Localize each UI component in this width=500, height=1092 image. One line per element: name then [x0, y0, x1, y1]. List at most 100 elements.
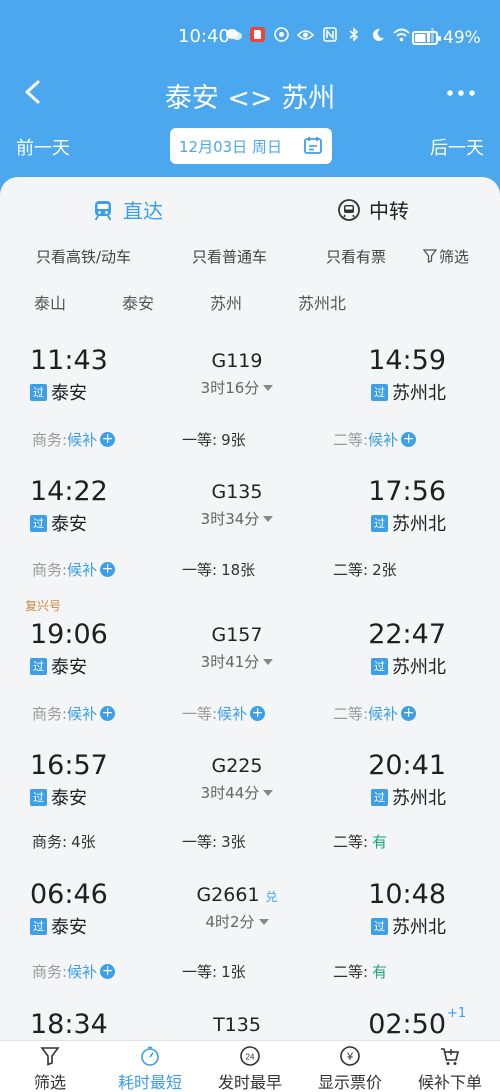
seat-business[interactable]: 商务: 候补 +: [32, 429, 116, 450]
pass-through-badge: 过: [371, 788, 388, 806]
tab-direct[interactable]: 直达: [92, 195, 163, 224]
seat-business[interactable]: 商务: 候补 +: [32, 961, 116, 982]
seat-label: 二等:: [333, 561, 369, 579]
train-icon: [94, 200, 112, 220]
sort-shortest-label: 耗时最短: [117, 1073, 182, 1092]
train-row[interactable]: 16:57 G225 20:41 过泰安 3时44分 过苏州北 商务: 4张 一等…: [0, 745, 500, 875]
arrival-station: 过苏州北: [371, 379, 446, 405]
prev-day-button[interactable]: 前一天: [16, 134, 70, 160]
timer-icon: [141, 1046, 159, 1066]
exchange-badge: 兑: [265, 890, 278, 904]
waitlist-order-label: 候补下单: [417, 1073, 482, 1092]
more-dots-icon: [447, 90, 475, 96]
seat-second-class[interactable]: 二等: 有: [333, 831, 387, 852]
arrival-station-name: 苏州北: [392, 788, 446, 809]
seat-business[interactable]: 商务: 候补 +: [32, 703, 116, 724]
sort-earliest-label: 发时最早: [217, 1073, 282, 1092]
station-chip[interactable]: 泰山: [34, 290, 66, 314]
status-bar: 10:40 49%: [0, 0, 500, 74]
arrival-time: 10:48: [368, 879, 446, 910]
sort-earliest-button[interactable]: 24 发时最早: [200, 1045, 300, 1092]
clock-24-icon: 24: [240, 1046, 260, 1066]
calendar-icon: [304, 137, 322, 154]
seat-first-class[interactable]: 一等: 3张: [182, 831, 246, 852]
seat-first-class[interactable]: 一等: 18张: [182, 559, 255, 580]
seat-value: 9张: [221, 431, 246, 449]
arrival-station-name: 苏州北: [392, 917, 446, 938]
next-day-button[interactable]: 后一天: [430, 134, 484, 160]
filter-high-speed[interactable]: 只看高铁/动车: [36, 246, 131, 267]
status-time: 10:40: [178, 26, 230, 47]
seat-value: 18张: [221, 561, 256, 579]
arrival-time: 02:50: [368, 1009, 446, 1040]
seat-first-class[interactable]: 一等: 1张: [182, 961, 246, 982]
seat-business[interactable]: 商务: 4张: [32, 831, 96, 852]
arrival-station-name: 苏州北: [392, 383, 446, 404]
arrival-time: 22:47: [368, 619, 446, 650]
seat-first-class[interactable]: 一等: 候补 +: [182, 703, 266, 724]
caret-down-icon: [263, 790, 274, 796]
svg-text:¥: ¥: [346, 1051, 354, 1063]
plus-icon: +: [100, 431, 116, 447]
train-row[interactable]: 14:22 G135 17:56 过泰安 3时34分 过苏州北 商务: 候补 + 一…: [0, 471, 500, 601]
sort-shortest-button[interactable]: 耗时最短: [100, 1045, 200, 1092]
caret-down-icon: [263, 659, 274, 665]
train-row[interactable]: 复兴号 19:06 G157 22:47 过泰安 3时41分 过苏州北 商务: 候…: [0, 597, 500, 727]
seat-value: 1张: [221, 963, 246, 981]
seat-value: 候补: [67, 963, 98, 981]
seat-value: 候补: [368, 431, 399, 449]
pass-through-badge: 过: [371, 657, 388, 675]
seat-label: 二等:: [333, 833, 369, 851]
pass-through-badge: 过: [371, 514, 388, 532]
fuxing-tag: 复兴号: [25, 599, 62, 613]
nfc-icon: [321, 26, 338, 43]
train-row[interactable]: 06:46 G2661 兑 10:48 过泰安 4时2分 过苏州北 商务: 候补 + …: [0, 874, 500, 1004]
seat-business[interactable]: 商务: 候补 +: [32, 559, 116, 580]
duration-label: 3时44分: [200, 784, 260, 802]
train-row[interactable]: 11:43 G119 14:59 过泰安 3时16分 过苏州北 商务: 候补 + 一…: [0, 340, 500, 470]
station-chip[interactable]: 苏州北: [298, 290, 346, 314]
date-selector[interactable]: 12月03日 周日: [170, 128, 332, 164]
seat-second-class[interactable]: 二等: 候补 +: [333, 703, 417, 724]
filter-has-tickets[interactable]: 只看有票: [326, 246, 386, 267]
seat-label: 商务:: [32, 705, 68, 723]
arrival-station: 过苏州北: [371, 784, 446, 810]
seat-label: 二等:: [333, 431, 369, 449]
arrival-station-name: 苏州北: [392, 514, 446, 535]
tab-transfer-label: 中转: [369, 199, 409, 223]
app-notification-icon: [249, 26, 266, 43]
plus-icon: +: [100, 705, 116, 721]
waitlist-order-button[interactable]: 候补下单: [400, 1045, 500, 1092]
seat-value: 候补: [67, 431, 98, 449]
header-bar: 10:40 49% 泰安 <> 苏州 前一天 12月03日 周日 后一天: [0, 0, 500, 200]
train-row[interactable]: 18:34 T135 02:50 +1: [0, 1006, 500, 1040]
seat-first-class[interactable]: 一等: 9张: [182, 429, 246, 450]
station-chip[interactable]: 泰安: [122, 290, 154, 314]
tab-direct-label: 直达: [123, 199, 163, 223]
seat-second-class[interactable]: 二等: 2张: [333, 559, 397, 580]
plus-icon: +: [401, 431, 417, 447]
station-chip[interactable]: 苏州: [210, 290, 242, 314]
plus-icon: +: [100, 963, 116, 979]
filter-button[interactable]: 筛选: [423, 246, 469, 267]
battery-status: 49%: [412, 28, 481, 48]
tab-transfer[interactable]: 中转: [338, 195, 409, 224]
filter-normal-train[interactable]: 只看普通车: [192, 246, 267, 267]
filter-label: 筛选: [439, 248, 470, 266]
duration-label: 3时41分: [200, 653, 260, 671]
cart-icon: [441, 1048, 460, 1065]
eye-icon: [297, 26, 314, 43]
plus-icon: +: [100, 561, 116, 577]
arrival-time: 20:41: [368, 750, 446, 781]
seat-label: 商务:: [32, 833, 68, 851]
show-price-button[interactable]: ¥ 显示票价: [300, 1045, 400, 1092]
more-options-button[interactable]: [446, 80, 478, 104]
seat-value: 有: [372, 833, 388, 851]
seat-value: 2张: [372, 561, 397, 579]
seat-second-class[interactable]: 二等: 候补 +: [333, 429, 417, 450]
page-title: 泰安 <> 苏州: [164, 83, 336, 114]
arrival-time: 14:59: [368, 345, 446, 376]
seat-second-class[interactable]: 二等: 有: [333, 961, 387, 982]
bottom-filter-button[interactable]: 筛选: [0, 1045, 100, 1092]
date-label: 12月03日 周日: [179, 137, 282, 156]
